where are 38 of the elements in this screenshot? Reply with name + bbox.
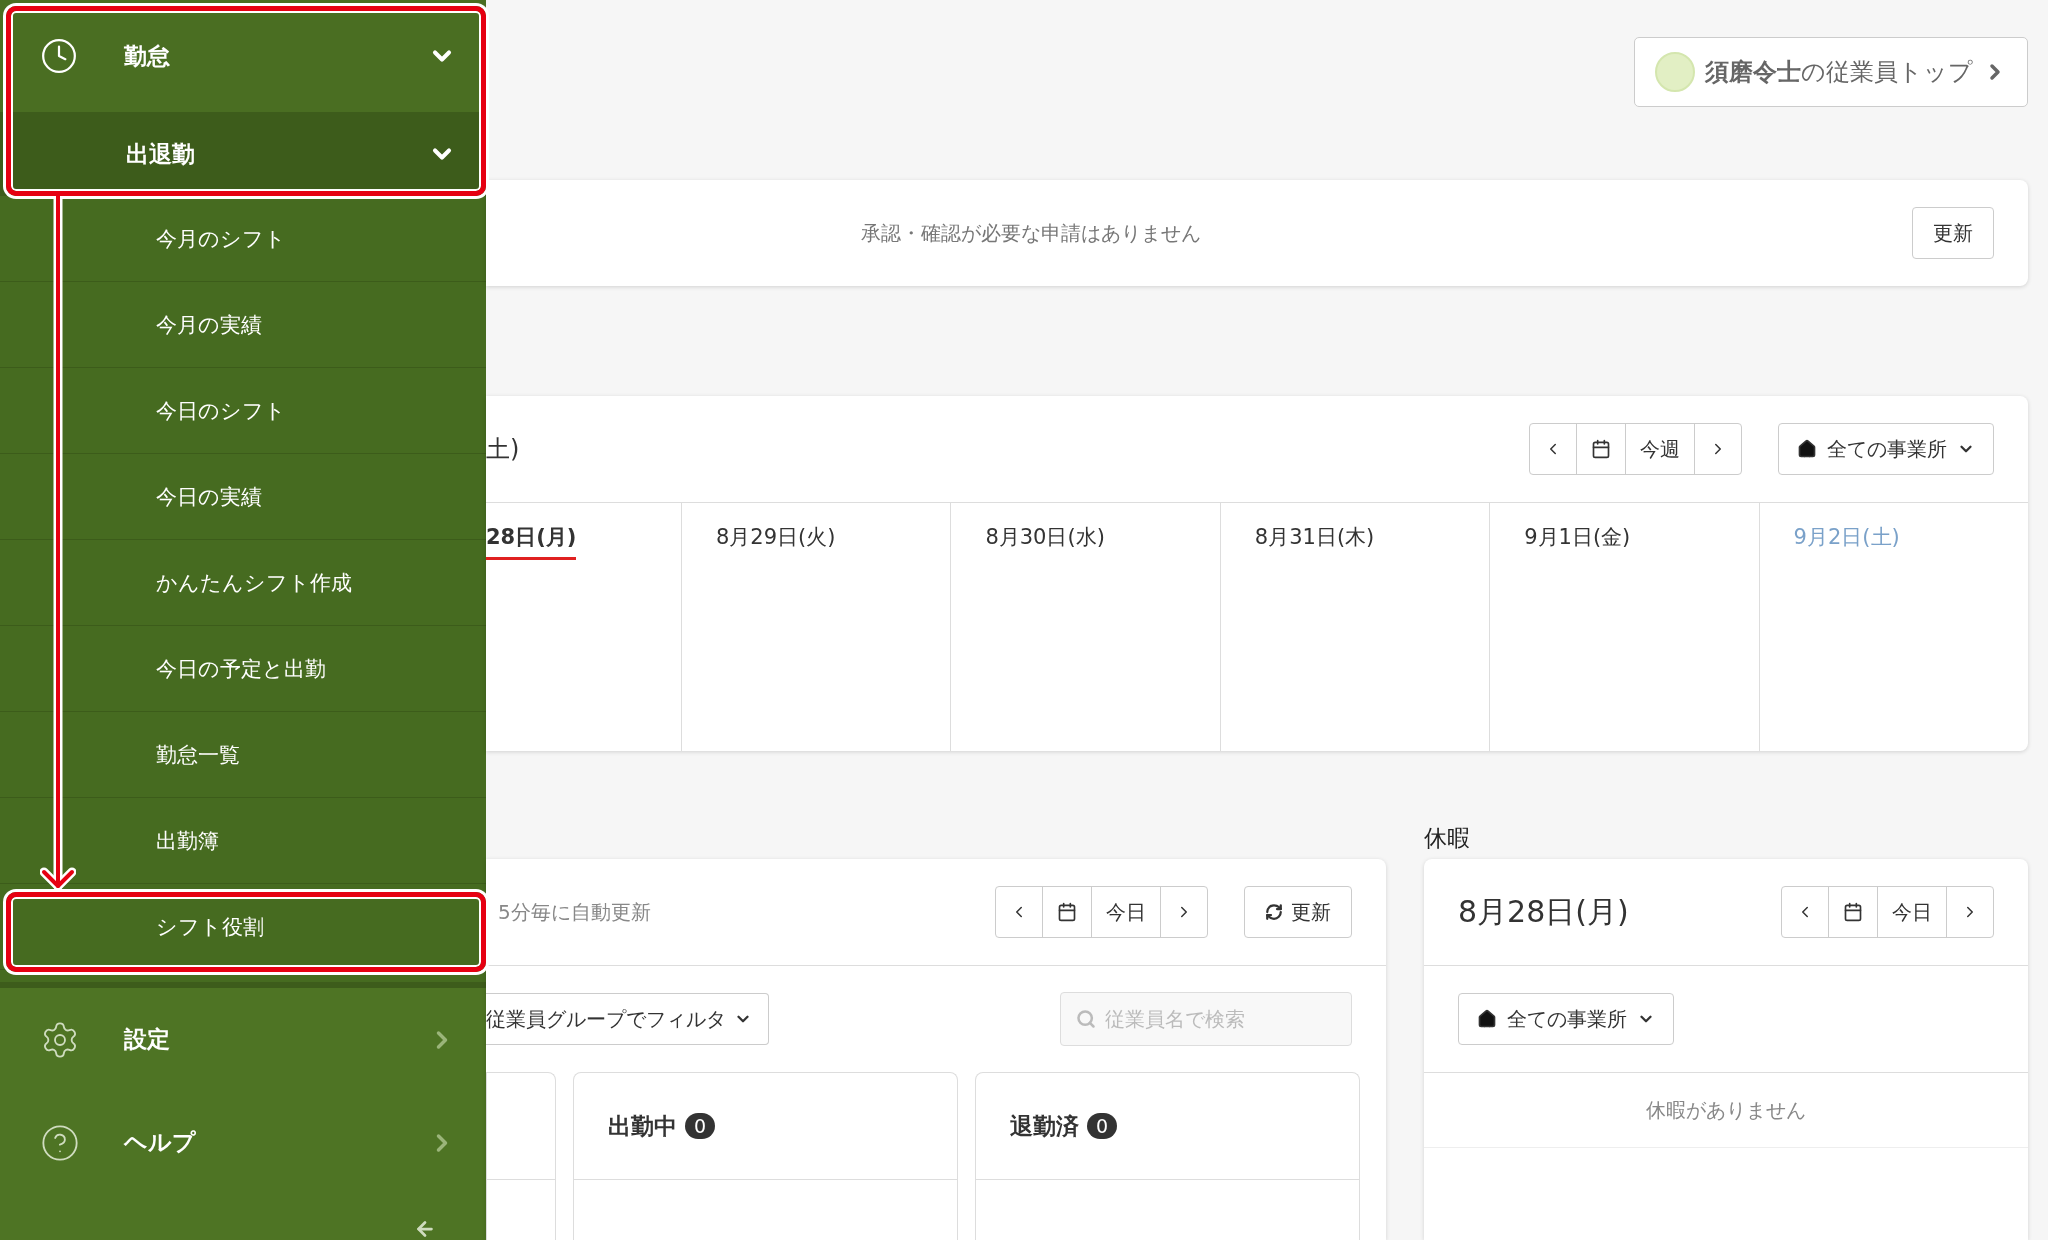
day-heading: 8月29日(火) [716, 524, 836, 551]
day-heading: 9月2日(土) [1793, 524, 1900, 551]
avatar-icon [1655, 52, 1695, 92]
empty-message: 休暇がありません [1424, 1073, 2028, 1148]
column-title: 退勤済 [1010, 1111, 1079, 1141]
date-heading: 8月28日(月) [1458, 892, 1630, 931]
day-heading: 9月1日(金) [1524, 524, 1631, 551]
group-filter-dropdown[interactable]: 従業員グループでフィルタ [486, 993, 769, 1045]
clock-icon [40, 37, 78, 75]
calendar-icon [1843, 902, 1863, 922]
menu-item[interactable]: 設定 [0, 988, 486, 1091]
office-select[interactable]: 全ての事業所 [1458, 993, 1674, 1045]
current-period-button[interactable]: 今日 [1091, 887, 1160, 937]
search-field[interactable]: 従業員名で検索 [1060, 992, 1352, 1046]
calendar-icon [1591, 439, 1611, 459]
help-icon [40, 1122, 80, 1163]
current-period-button[interactable]: 今日 [1877, 887, 1946, 937]
employee-top-button[interactable]: 須磨令士の従業員トップ [1634, 37, 2028, 107]
day-heading: 8月31日(木) [1254, 524, 1375, 551]
empty-message: 承認・確認が必要な申請はありません [861, 219, 1202, 247]
refresh-icon [1265, 903, 1283, 921]
section-heading: 休暇 [1424, 824, 1471, 853]
day-heading: 28日(月) [486, 523, 577, 560]
calendar-icon [1057, 902, 1077, 922]
search-icon [1076, 1009, 1096, 1029]
current-period-button[interactable]: 今週 [1625, 424, 1694, 474]
refresh-button[interactable]: 更新 [1244, 886, 1352, 938]
home-icon [1477, 1009, 1497, 1029]
refresh-button[interactable]: 更新 [1912, 207, 1994, 259]
card-title: 土) [486, 434, 521, 465]
auto-refresh-note: 5分毎に自動更新 [497, 898, 652, 926]
column-title: 出勤中 [608, 1111, 677, 1141]
office-select[interactable]: 全ての事業所 [1778, 423, 1994, 475]
count-badge: 0 [685, 1113, 716, 1139]
menu-item[interactable]: ヘルプ [0, 1091, 486, 1194]
count-badge: 0 [1087, 1113, 1118, 1139]
day-heading: 8月30日(水) [985, 524, 1105, 551]
home-icon [1797, 439, 1817, 459]
